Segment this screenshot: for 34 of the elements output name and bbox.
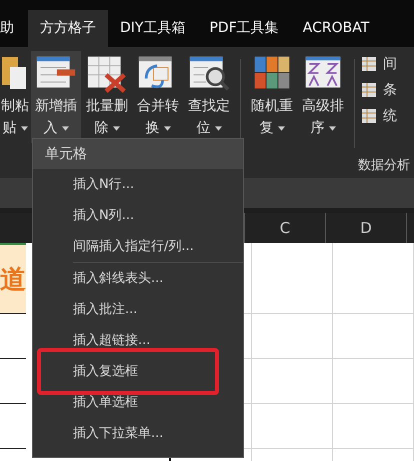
column-header: D bbox=[325, 213, 406, 243]
menu-item[interactable]: 插入N列... bbox=[33, 200, 243, 231]
ribbon-tab[interactable]: 方方格子 bbox=[28, 10, 108, 47]
menu-item[interactable]: 插入下拉菜单... bbox=[33, 418, 243, 449]
caret-icon bbox=[62, 126, 68, 130]
ribbon-tab[interactable]: PDF工具集 bbox=[197, 10, 291, 47]
ribbon-button[interactable]: 制粘 贴 bbox=[0, 51, 30, 143]
caret-icon bbox=[214, 126, 222, 130]
table-icon bbox=[361, 108, 377, 124]
table-cell: 道 bbox=[0, 243, 26, 314]
menu-item[interactable]: 插入超链接... bbox=[33, 325, 243, 356]
menu-item[interactable]: 插入N行... bbox=[33, 169, 243, 200]
ribbon-button[interactable]: 高级排 序 bbox=[298, 51, 348, 143]
menu-item[interactable]: 插入批注... bbox=[33, 294, 243, 325]
caret-icon bbox=[164, 126, 170, 130]
ribbon-tab[interactable]: 助 bbox=[0, 10, 28, 47]
table-icon bbox=[361, 82, 377, 98]
table-icon bbox=[361, 56, 377, 72]
caret-icon bbox=[112, 126, 120, 130]
ribbon-small-button[interactable]: 统 bbox=[361, 107, 397, 125]
menu-item[interactable]: 插入单选框 bbox=[33, 387, 243, 418]
menu-item[interactable]: 插入斜线表头... bbox=[33, 263, 243, 294]
ribbon-tab[interactable]: DIY工具箱 bbox=[108, 10, 198, 47]
caret-icon bbox=[278, 126, 284, 130]
menu-header: 单元格 bbox=[33, 139, 243, 169]
ribbon-button[interactable]: 随机重 复 bbox=[247, 51, 297, 143]
caret-icon bbox=[20, 126, 28, 130]
ribbon-small-button[interactable]: 间 bbox=[361, 55, 397, 73]
ribbon-small-button[interactable]: 条 bbox=[361, 81, 397, 99]
menu-item[interactable]: 插入复选框 bbox=[41, 356, 215, 387]
ribbon-button[interactable]: 新增插 入 bbox=[31, 51, 81, 143]
ribbon-tab[interactable]: ACROBAT bbox=[290, 10, 382, 47]
group-label: 数据分析 bbox=[358, 157, 410, 174]
caret-icon bbox=[328, 126, 336, 130]
